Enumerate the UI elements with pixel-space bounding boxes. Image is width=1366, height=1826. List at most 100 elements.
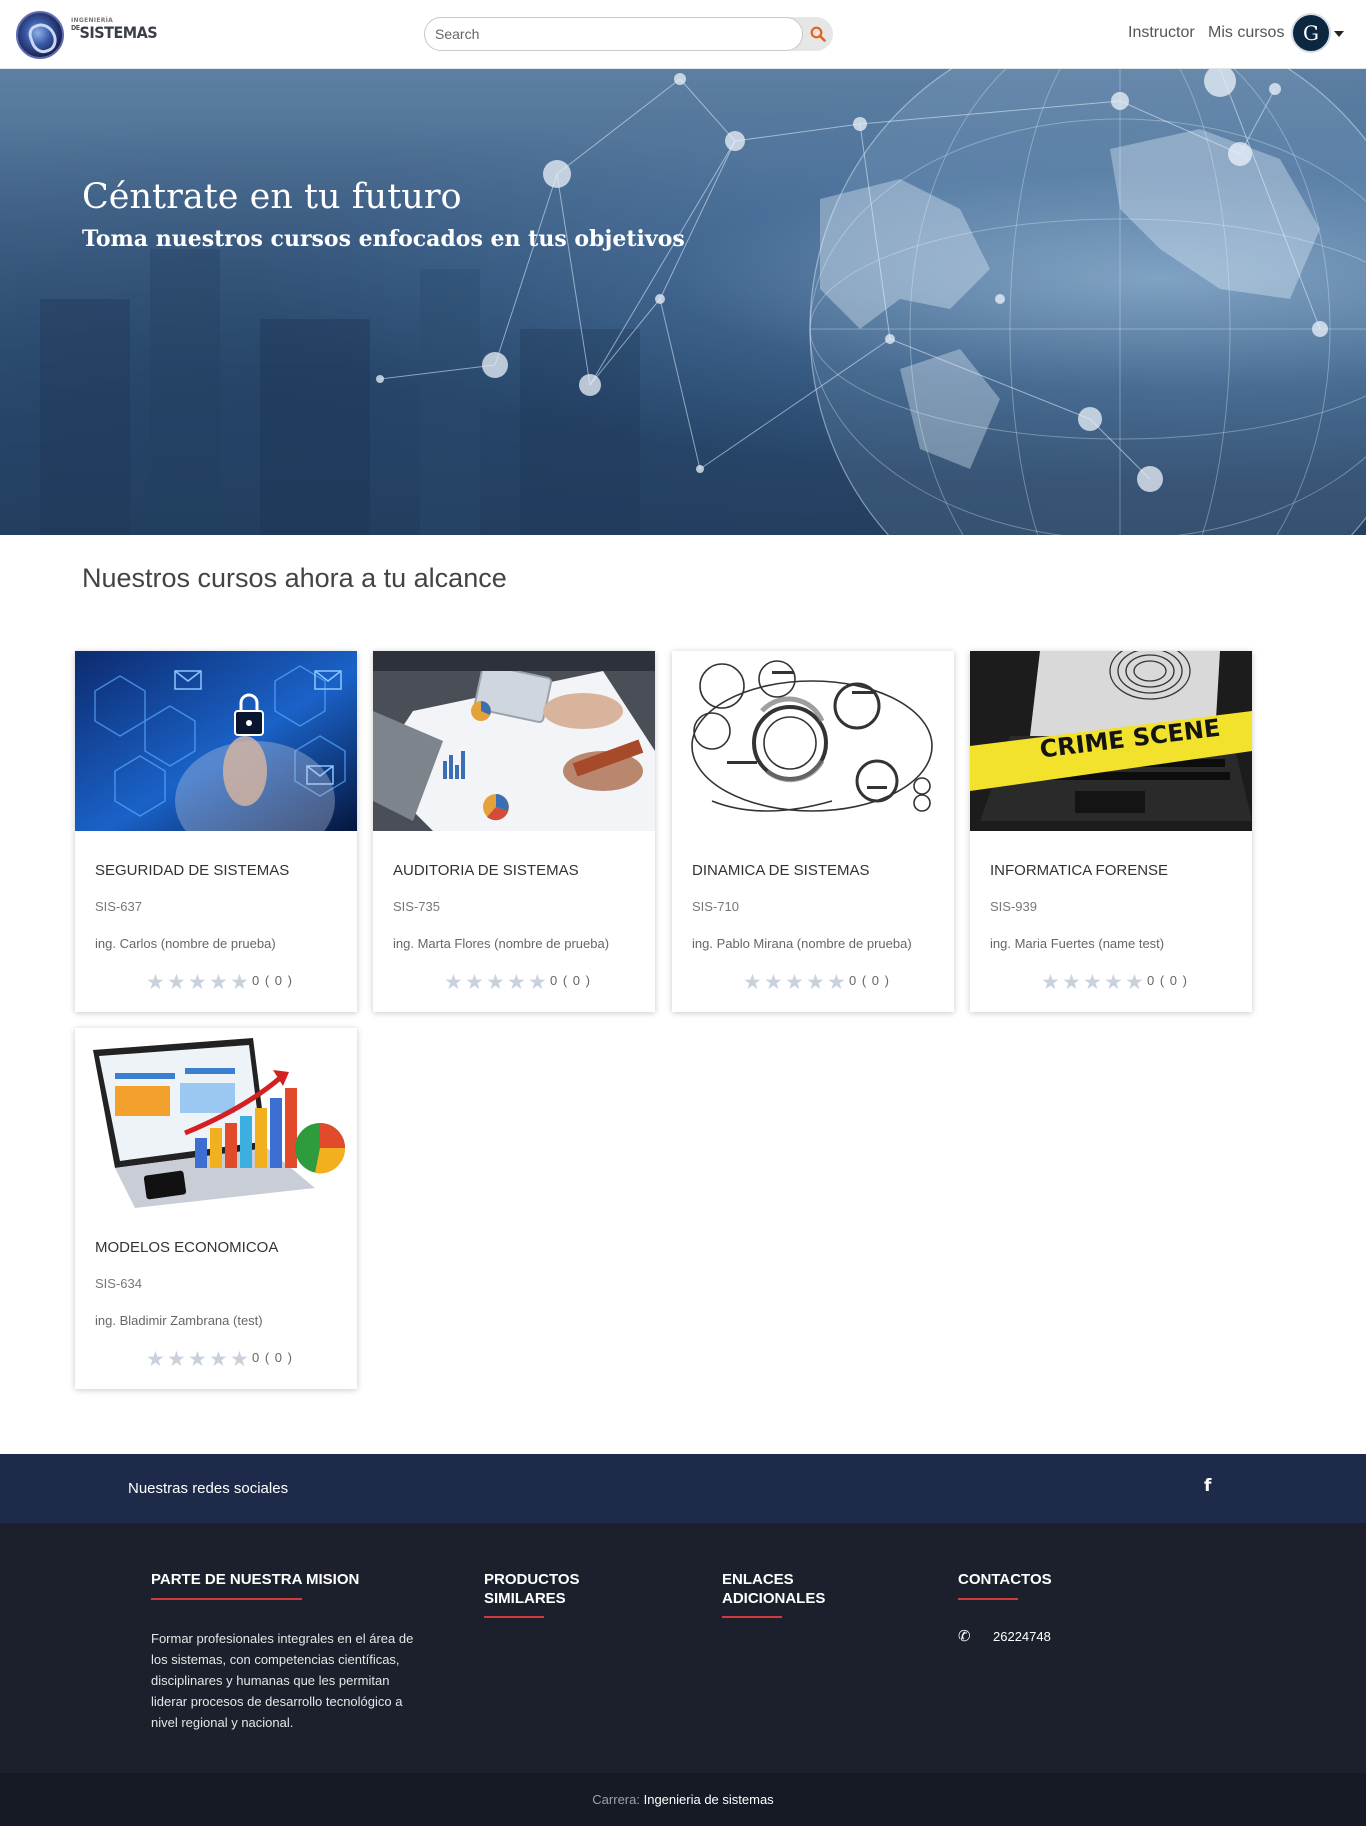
contact-phone[interactable]: 26224748 [993,1629,1051,1644]
star-icon: ★ [146,970,165,994]
star-icon: ★ [209,1347,228,1371]
course-teacher: ing. Pablo Mirana (nombre de prueba) [692,936,912,951]
rating-count: 0 ( 0 ) [1147,972,1188,988]
footer-contacts-heading: CONTACTOS [958,1571,1052,1588]
course-image[interactable] [373,651,655,831]
course-rating: ★ ★ ★ ★ ★ 0 ( 0 ) [146,1348,293,1370]
course-title[interactable]: SEGURIDAD DE SISTEMAS [95,862,289,879]
footer-divider [958,1598,1018,1600]
footer-products-line2: SIMILARES [484,1590,566,1607]
course-card[interactable]: AUDITORIA DE SISTEMAS SIS-735 ing. Marta… [373,651,655,1012]
star-icon: ★ [1104,970,1123,994]
course-image[interactable] [75,1028,357,1208]
bottom-career[interactable]: Ingenieria de sistemas [644,1792,774,1807]
star-icon: ★ [230,970,249,994]
footer-mission-text: Formar profesionales integrales en el ár… [151,1631,414,1730]
footer-products-line1: PRODUCTOS [484,1571,580,1588]
course-title[interactable]: INFORMATICA FORENSE [990,862,1168,879]
brand-name-text: SISTEMAS [79,23,158,42]
course-title[interactable]: AUDITORIA DE SISTEMAS [393,862,579,879]
systems-diagram-image [672,651,954,831]
course-card[interactable]: MODELOS ECONOMICOA SIS-634 ing. Bladimir… [75,1028,357,1389]
bottom-text: Carrera: Ingenieria de sistemas [0,1792,1366,1807]
search-bar [424,17,833,51]
course-code: SIS-939 [990,899,1037,914]
course-code: SIS-710 [692,899,739,914]
footer: PARTE DE NUESTRA MISION Formar profesion… [0,1523,1366,1773]
star-icon: ★ [146,1347,165,1371]
star-icon: ★ [764,970,783,994]
crime-scene-laptop-image: CRIME SCENE [970,651,1252,831]
star-icon: ★ [1062,970,1081,994]
course-rating: ★ ★ ★ ★ ★ 0 ( 0 ) [146,971,293,993]
star-icon: ★ [486,970,505,994]
phone-icon: ✆ [958,1628,971,1645]
section-title: Nuestros cursos ahora a tu alcance [82,563,507,593]
laptop-charts-image [75,1028,357,1208]
course-code: SIS-735 [393,899,440,914]
social-bar: Nuestras redes sociales f [0,1454,1366,1523]
footer-divider [484,1616,544,1618]
course-code: SIS-634 [95,1276,142,1291]
course-title[interactable]: MODELOS ECONOMICOA [95,1239,278,1256]
footer-products-heading: PRODUCTOS SIMILARES [484,1570,580,1608]
user-avatar[interactable]: G [1291,13,1331,53]
course-card[interactable]: DINAMICA DE SISTEMAS SIS-710 ing. Pablo … [672,651,954,1012]
bottom-bar: Carrera: Ingenieria de sistemas [0,1773,1366,1826]
course-rating: ★ ★ ★ ★ ★ 0 ( 0 ) [1041,971,1188,993]
course-teacher: ing. Marta Flores (nombre de prueba) [393,936,610,951]
course-teacher: ing. Carlos (nombre de prueba) [95,936,276,951]
star-icon: ★ [188,970,207,994]
course-teacher: ing. Maria Fuertes (name test) [990,936,1165,951]
star-icon: ★ [507,970,526,994]
star-icon: ★ [743,970,762,994]
rating-count: 0 ( 0 ) [252,1349,293,1365]
rating-count: 0 ( 0 ) [550,972,591,988]
course-image[interactable] [75,651,357,831]
search-button[interactable] [803,17,833,51]
course-rating: ★ ★ ★ ★ ★ 0 ( 0 ) [743,971,890,993]
security-lock-image [75,651,357,831]
course-card[interactable]: SEGURIDAD DE SISTEMAS SIS-637 ing. Carlo… [75,651,357,1012]
course-image[interactable] [672,651,954,831]
star-icon: ★ [444,970,463,994]
chevron-down-icon[interactable] [1334,31,1344,37]
star-icon: ★ [785,970,804,994]
footer-divider [151,1598,302,1600]
hero-banner: Céntrate en tu futuro Toma nuestros curs… [0,69,1366,535]
star-icon: ★ [1125,970,1144,994]
footer-divider [722,1616,782,1618]
course-teacher: ing. Bladimir Zambrana (test) [95,1313,263,1328]
course-title[interactable]: DINAMICA DE SISTEMAS [692,862,870,879]
star-icon: ★ [167,1347,186,1371]
footer-links-line2: ADICIONALES [722,1590,826,1607]
brand-big-text: DESISTEMAS [71,23,158,42]
star-icon: ★ [827,970,846,994]
course-code: SIS-637 [95,899,142,914]
facebook-icon[interactable]: f [1204,1476,1211,1496]
star-icon: ★ [188,1347,207,1371]
nav-link-mis-cursos[interactable]: Mis cursos [1208,24,1284,42]
hero-subtitle: Toma nuestros cursos enfocados en tus ob… [82,226,685,252]
star-icon: ★ [528,970,547,994]
business-meeting-image [373,651,655,831]
course-rating: ★ ★ ★ ★ ★ 0 ( 0 ) [444,971,591,993]
brand-de-text: DE [71,24,80,32]
star-icon: ★ [806,970,825,994]
star-icon: ★ [1083,970,1102,994]
star-icon: ★ [209,970,228,994]
brand-logo[interactable]: INGENIERÍA DESISTEMAS [71,18,158,42]
footer-mission-heading: PARTE DE NUESTRA MISION [151,1571,360,1588]
rating-count: 0 ( 0 ) [849,972,890,988]
search-input[interactable] [424,17,803,51]
university-logo[interactable] [16,11,64,59]
social-text: Nuestras redes sociales [128,1480,289,1497]
hero-title: Céntrate en tu futuro [82,177,462,217]
star-icon: ★ [1041,970,1060,994]
course-image[interactable]: CRIME SCENE [970,651,1252,831]
footer-links-heading: ENLACES ADICIONALES [722,1570,825,1608]
course-card[interactable]: CRIME SCENE INFORMATICA FORENSE SIS-939 … [970,651,1252,1012]
rating-count: 0 ( 0 ) [252,972,293,988]
nav-link-instructor[interactable]: Instructor [1128,24,1195,42]
search-icon [810,26,826,42]
